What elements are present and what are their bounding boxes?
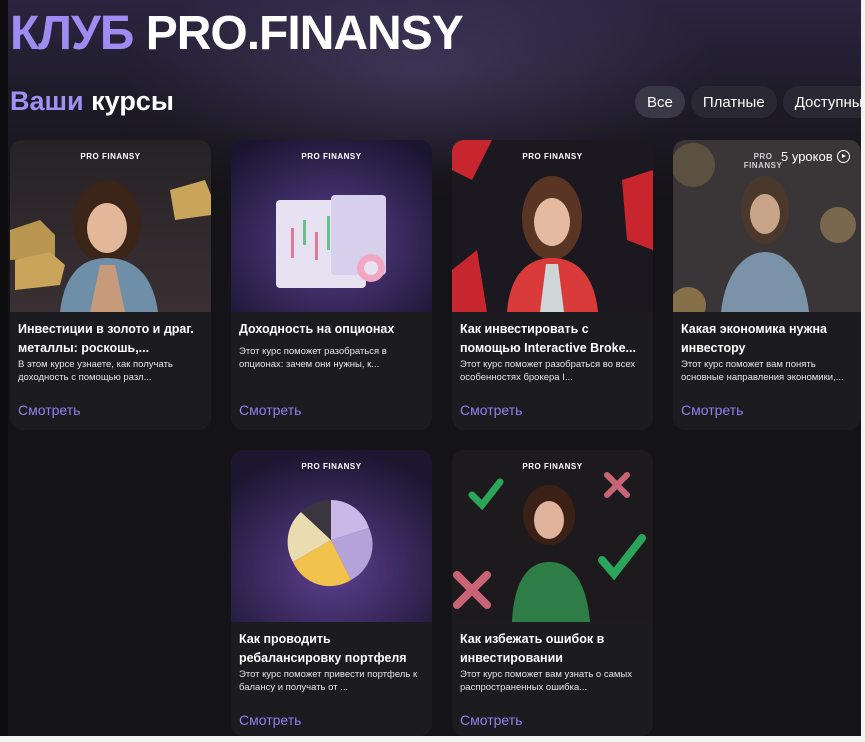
course-card-options[interactable]: PRO FINANSY Доходность на опционах Этот … bbox=[231, 140, 432, 430]
brand-label: PRO FINANSY bbox=[301, 462, 362, 471]
course-card-body: Доходность на опционах Этот курс поможет… bbox=[231, 312, 432, 430]
course-title: Как инвестировать с помощью Interactive … bbox=[460, 322, 636, 355]
course-thumbnail: PRO FINANSY bbox=[452, 140, 653, 312]
course-card-rebalancing[interactable]: PRO FINANSY Как проводить ребалансировку… bbox=[231, 450, 432, 736]
course-description: Этот курс поможет разобраться во всех ос… bbox=[460, 359, 636, 383]
brand-label: PRO FINANSY bbox=[522, 462, 583, 471]
course-description: В этом курсе узнаете, как получать доход… bbox=[18, 359, 173, 383]
course-title: Доходность на опционах bbox=[239, 322, 395, 336]
brand-label: PRO FINANSY bbox=[80, 152, 141, 161]
filter-available[interactable]: Доступные bbox=[782, 86, 865, 118]
view-course-link[interactable]: Смотреть bbox=[239, 402, 301, 418]
filter-tabs: Все Платные Доступные bbox=[635, 86, 865, 118]
lessons-count: 5 уроков bbox=[781, 149, 850, 164]
club-title-part2: PRO.FINANSY bbox=[145, 7, 464, 60]
brand-label: PRO FINANSY bbox=[522, 152, 583, 161]
brand-label: PRO FINANSY bbox=[301, 152, 362, 161]
course-card-body: Как избежать ошибок в инвестировании Это… bbox=[452, 622, 653, 736]
course-description: Этот курс поможет привести портфель к ба… bbox=[239, 669, 418, 693]
course-title: Какая экономика нужна инвестору bbox=[681, 322, 827, 355]
course-card-mistakes[interactable]: PRO FINANSY Как избежать ошибок в инвест… bbox=[452, 450, 653, 736]
play-circle-icon bbox=[836, 150, 850, 163]
club-title: КЛУБ PRO.FINANSY bbox=[10, 6, 464, 61]
course-title: Как избежать ошибок в инвестировании bbox=[460, 632, 605, 665]
view-course-link[interactable]: Смотреть bbox=[18, 402, 80, 418]
course-card-body: Какая экономика нужна инвестору Этот кур… bbox=[673, 312, 861, 430]
view-course-link[interactable]: Смотреть bbox=[681, 402, 743, 418]
course-description: Этот курс поможет разобраться в опционах… bbox=[239, 346, 387, 370]
right-border bbox=[861, 0, 865, 742]
course-card-body: Инвестиции в золото и драг. металлы: рос… bbox=[10, 312, 211, 430]
course-thumbnail: PRO FINANSY bbox=[10, 140, 211, 312]
filter-all[interactable]: Все bbox=[635, 86, 685, 118]
view-course-link[interactable]: Смотреть bbox=[239, 712, 301, 728]
course-description: Этот курс поможет вам узнать о самых рас… bbox=[460, 669, 632, 693]
bottom-border bbox=[0, 736, 865, 742]
course-card-interactive-brokers[interactable]: PRO FINANSY Как инвестировать с помощью … bbox=[452, 140, 653, 430]
section-title: Ваши курсы bbox=[10, 86, 174, 117]
course-thumbnail: PRO FINANSY 5 уроков bbox=[673, 140, 861, 312]
section-title-part1: Ваши bbox=[10, 86, 84, 116]
club-title-part1: КЛУБ bbox=[10, 7, 134, 60]
view-course-link[interactable]: Смотреть bbox=[460, 402, 522, 418]
course-card-gold[interactable]: PRO FINANSY Инвестиции в золото и драг. … bbox=[10, 140, 211, 430]
course-thumbnail: PRO FINANSY bbox=[452, 450, 653, 622]
section-title-part2: курсы bbox=[91, 86, 174, 116]
lessons-count-text: 5 уроков bbox=[781, 149, 833, 164]
left-border bbox=[0, 0, 8, 742]
course-thumbnail: PRO FINANSY bbox=[231, 140, 432, 312]
course-thumbnail: PRO FINANSY bbox=[231, 450, 432, 622]
course-title: Инвестиции в золото и драг. металлы: рос… bbox=[18, 322, 194, 355]
view-course-link[interactable]: Смотреть bbox=[460, 712, 522, 728]
course-description: Этот курс поможет вам понять основные на… bbox=[681, 359, 844, 383]
course-title: Как проводить ребалансировку портфеля bbox=[239, 632, 407, 665]
filter-paid[interactable]: Платные bbox=[690, 86, 777, 118]
course-card-economy[interactable]: PRO FINANSY 5 уроков Какая экономика нуж… bbox=[673, 140, 861, 430]
course-card-body: Как проводить ребалансировку портфеля Эт… bbox=[231, 622, 432, 736]
course-card-body: Как инвестировать с помощью Interactive … bbox=[452, 312, 653, 430]
